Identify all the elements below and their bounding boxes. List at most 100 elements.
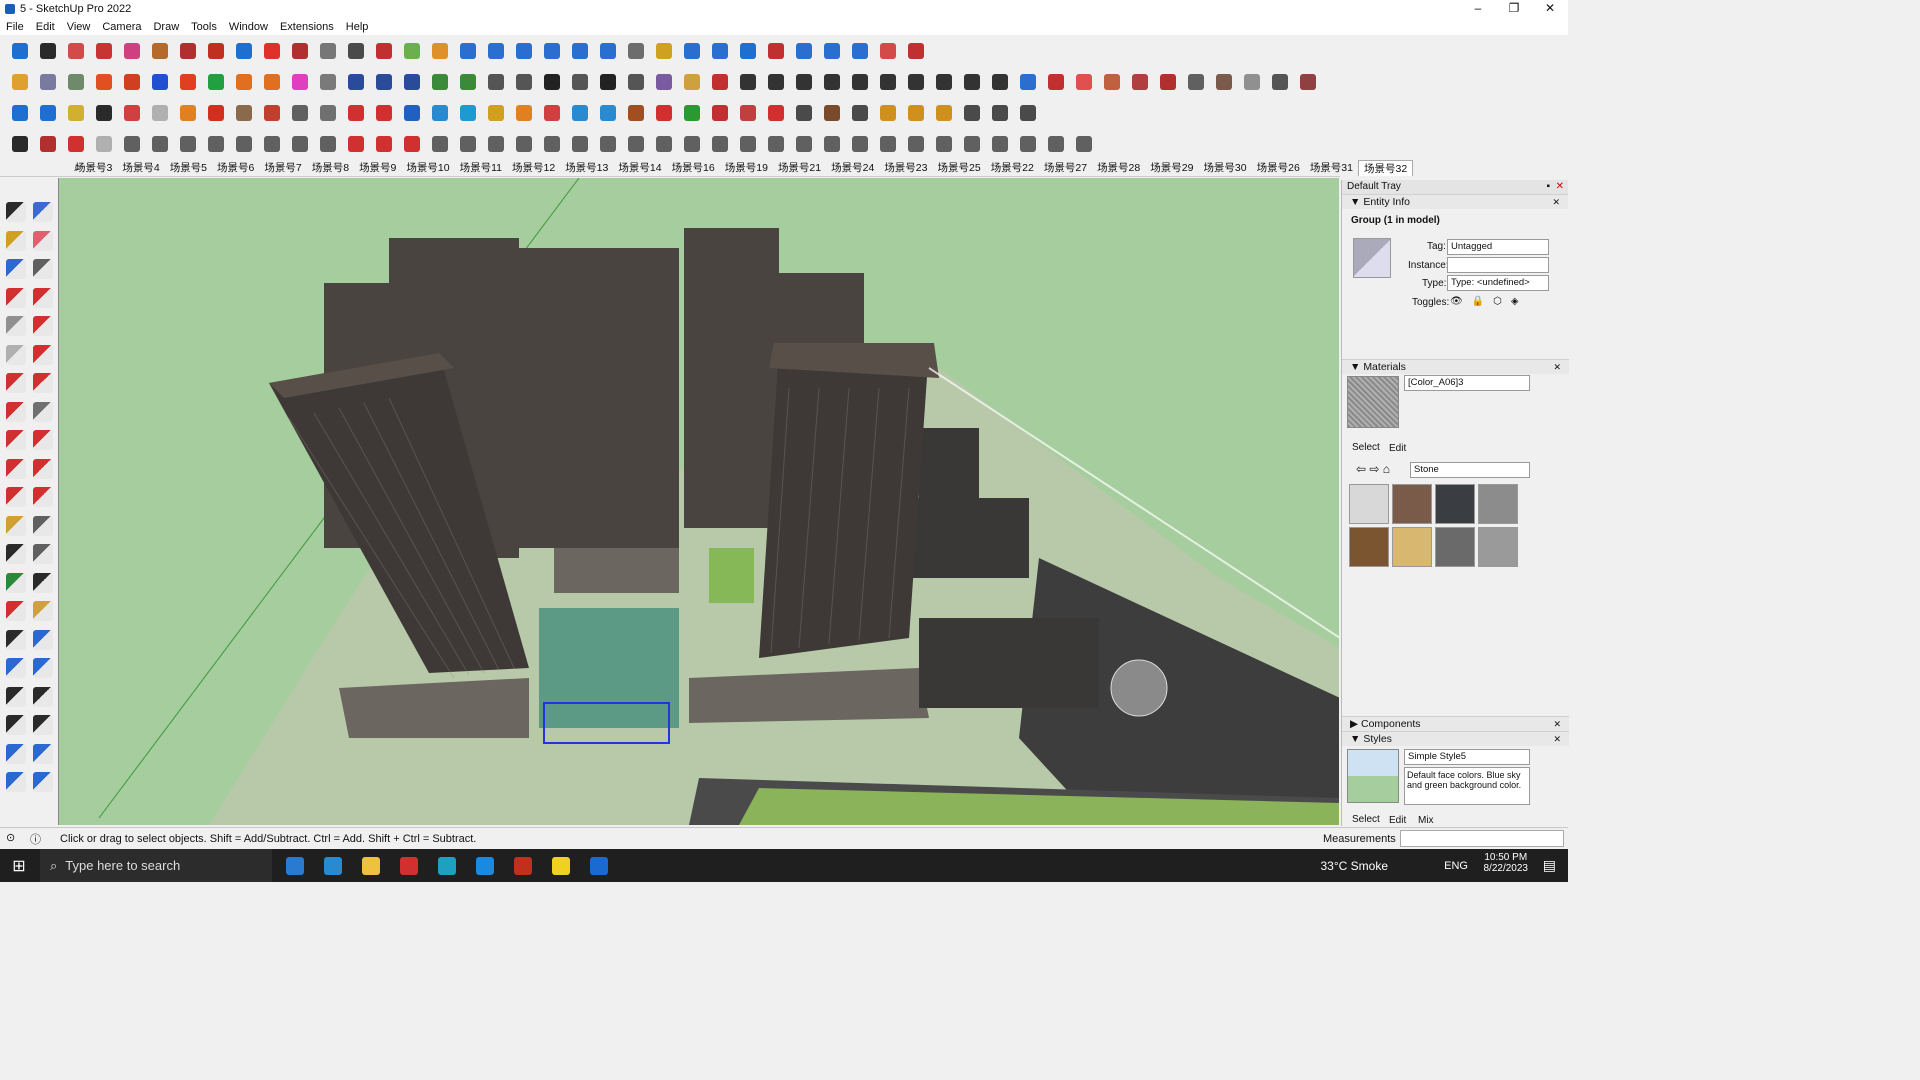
row4-tool-button-31[interactable] (876, 132, 900, 156)
row1-tool-button-5[interactable] (148, 39, 172, 63)
taskbar-search[interactable]: ⌕ Type here to search (40, 849, 272, 882)
orbit-tool-tool-icon[interactable] (6, 601, 26, 621)
row4-tool-button-9[interactable] (260, 132, 284, 156)
row1-tool-button-25[interactable] (708, 39, 732, 63)
row4-tool-button-19[interactable] (540, 132, 564, 156)
row4-tool-button-5[interactable] (148, 132, 172, 156)
row4-tool-button-23[interactable] (652, 132, 676, 156)
row2-tool-button-7[interactable] (204, 70, 228, 94)
row1-tool-button-2[interactable] (64, 39, 88, 63)
menu-draw[interactable]: Draw (147, 21, 185, 33)
scene-tab[interactable]: 场景号5 (165, 160, 212, 175)
row4-tool-button-36[interactable] (1016, 132, 1040, 156)
material-swatch[interactable] (1392, 527, 1432, 567)
scene-tab[interactable]: 场景号28 (1092, 160, 1145, 175)
row1-tool-button-26[interactable] (736, 39, 760, 63)
row1-tool-button-12[interactable] (344, 39, 368, 63)
row1-tool-button-19[interactable] (540, 39, 564, 63)
row3-tool-button-9[interactable] (260, 101, 284, 125)
row4-tool-button-1[interactable] (36, 132, 60, 156)
row2-tool-button-46[interactable] (1296, 70, 1320, 94)
move-tool-icon[interactable] (6, 430, 26, 450)
freehand-tool-icon[interactable] (33, 287, 53, 308)
row3-tool-button-20[interactable] (568, 101, 592, 125)
tape-measure-tool-icon[interactable] (6, 515, 26, 536)
styles-tab-mix[interactable]: Mix (1418, 815, 1434, 826)
scene-tab[interactable]: 场景号26 (1252, 160, 1305, 175)
arc-3pt-tool-icon[interactable] (6, 401, 26, 422)
row4-tool-button-20[interactable] (568, 132, 592, 156)
row2-tool-button-24[interactable] (680, 70, 704, 94)
row1-tool-button-0[interactable] (8, 39, 32, 63)
row3-tool-button-13[interactable] (372, 101, 396, 125)
row2-tool-button-8[interactable] (232, 70, 256, 94)
row2-tool-button-1[interactable] (36, 70, 60, 94)
row1-tool-button-15[interactable] (428, 39, 452, 63)
row1-tool-button-28[interactable] (792, 39, 816, 63)
row4-tool-button-24[interactable] (680, 132, 704, 156)
info-icon[interactable]: ⓘ (30, 831, 41, 847)
scale-tool-icon[interactable] (6, 487, 26, 507)
material-swatch[interactable] (1478, 484, 1518, 524)
row3-tool-button-14[interactable] (400, 101, 424, 125)
row2-tool-button-12[interactable] (344, 70, 368, 94)
menu-view[interactable]: View (61, 21, 97, 33)
row2-tool-button-30[interactable] (848, 70, 872, 94)
row2-tool-button-29[interactable] (820, 70, 844, 94)
scene-tab[interactable]: 场景号31 (1305, 160, 1358, 175)
materials-tab-select[interactable]: Select (1352, 442, 1380, 453)
library-select[interactable]: Stone (1410, 462, 1530, 478)
scene-tab[interactable]: 场景号21 (773, 160, 826, 175)
menu-file[interactable]: File (0, 21, 30, 33)
row3-tool-button-28[interactable] (792, 101, 816, 125)
scene-tab[interactable]: 场景号7 (259, 160, 306, 175)
row1-tool-button-4[interactable] (120, 39, 144, 63)
scene-tab[interactable]: 场景号23 (879, 160, 932, 175)
components-header[interactable]: ▶ Components ✕ (1342, 716, 1569, 731)
select-tool-icon[interactable] (6, 202, 26, 222)
row2-tool-button-32[interactable] (904, 70, 928, 94)
row2-tool-button-13[interactable] (372, 70, 396, 94)
menu-tools[interactable]: Tools (185, 21, 223, 33)
row3-tool-button-12[interactable] (344, 101, 368, 125)
row4-tool-button-25[interactable] (708, 132, 732, 156)
scene-tab[interactable]: 场景号10 (401, 160, 454, 175)
protractor-tool-icon[interactable] (6, 544, 26, 564)
section-plane-tool-icon[interactable] (33, 715, 53, 735)
walk-tool-icon[interactable] (6, 715, 26, 735)
row4-tool-button-6[interactable] (176, 132, 200, 156)
sandbox-4-tool-icon[interactable] (33, 772, 53, 792)
row3-tool-button-36[interactable] (1016, 101, 1040, 125)
panel-close-icon[interactable]: ✕ (1553, 717, 1561, 732)
row4-tool-button-8[interactable] (232, 132, 256, 156)
row2-tool-button-28[interactable] (792, 70, 816, 94)
row2-tool-button-22[interactable] (624, 70, 648, 94)
row4-tool-button-21[interactable] (596, 132, 620, 156)
row2-tool-button-45[interactable] (1268, 70, 1292, 94)
taskbar-app-button[interactable] (466, 849, 504, 882)
zoom-extents-tool-icon[interactable] (6, 658, 26, 678)
menu-edit[interactable]: Edit (30, 21, 61, 33)
row2-tool-button-25[interactable] (708, 70, 732, 94)
row3-tool-button-16[interactable] (456, 101, 480, 125)
row3-tool-button-4[interactable] (120, 101, 144, 125)
row2-tool-button-36[interactable] (1016, 70, 1040, 94)
row3-tool-button-35[interactable] (988, 101, 1012, 125)
row4-tool-button-15[interactable] (428, 132, 452, 156)
taskbar-app-button[interactable] (314, 849, 352, 882)
toggle-icons[interactable]: 👁🔒⬡◈ (1450, 296, 1528, 307)
panel-close-icon[interactable]: ✕ (1553, 732, 1561, 747)
model-viewport[interactable] (58, 178, 1339, 825)
language-indicator[interactable]: ENG (1444, 860, 1468, 872)
material-swatch[interactable] (1349, 527, 1389, 567)
zoom-window-tool-icon[interactable] (33, 629, 53, 650)
row3-tool-button-11[interactable] (316, 101, 340, 125)
windows-start-icon[interactable]: ⊞ (0, 856, 38, 876)
row3-tool-button-10[interactable] (288, 101, 312, 125)
material-swatch[interactable] (1349, 484, 1389, 524)
row1-tool-button-3[interactable] (92, 39, 116, 63)
row4-tool-button-12[interactable] (344, 132, 368, 156)
row4-tool-button-33[interactable] (932, 132, 956, 156)
row3-tool-button-1[interactable] (36, 101, 60, 125)
zoom-tool-icon[interactable] (6, 629, 26, 650)
